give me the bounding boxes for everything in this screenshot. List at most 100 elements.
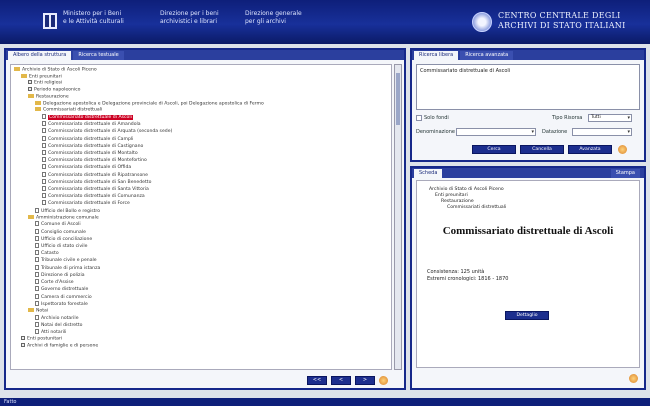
expand-icon[interactable]	[21, 336, 25, 341]
tree-node-label[interactable]: Ufficio di conciliazione	[41, 237, 92, 242]
tree-node[interactable]: Commissariato distrettuale di Campli	[14, 135, 388, 143]
tree-node[interactable]: Consiglio comunale	[14, 228, 388, 236]
tree-node[interactable]: Governo distrettuale	[14, 286, 388, 293]
tree-node[interactable]: Tribunale civile e penale	[14, 257, 388, 264]
tree-node-label[interactable]: Enti religiosi	[34, 81, 62, 86]
tree-node-label[interactable]: Enti postunitari	[27, 337, 62, 342]
tree-node[interactable]: Tribunale di prima istanza	[14, 264, 388, 272]
tree-node[interactable]: Periodo napoleonico	[14, 87, 388, 94]
prev-page-button[interactable]: <	[331, 376, 351, 385]
record-help-icon[interactable]	[629, 374, 638, 383]
tree-node-label[interactable]: Commissariato distrettuale di Ascoli	[48, 114, 133, 120]
tree-node-label[interactable]: Commissariato distrettuale di San Benede…	[48, 180, 151, 185]
tree-node[interactable]: Enti religiosi	[14, 80, 388, 87]
tree-node[interactable]: Ufficio di conciliazione	[14, 235, 388, 243]
tree-scrollbar[interactable]	[394, 64, 402, 370]
tree-node-label[interactable]: Corte d'Assise	[41, 280, 74, 285]
tree-node[interactable]: Commissariato distrettuale di Arquata (s…	[14, 128, 388, 135]
advanced-button[interactable]: Avanzata	[568, 145, 612, 154]
tree-node[interactable]: Amministrazione comunale	[14, 214, 388, 222]
next-page-button[interactable]: >	[355, 376, 375, 385]
nav-direzione-generale[interactable]: Direzione generale per gli archivi	[245, 10, 302, 26]
tab-print[interactable]: Stampa	[610, 169, 640, 178]
tree-node-label[interactable]: Camera di commercio	[41, 295, 92, 300]
first-page-button[interactable]: <<	[307, 376, 327, 385]
tree-node-label[interactable]: Amministrazione comunale	[36, 215, 99, 220]
tree-node[interactable]: Catasto	[14, 250, 388, 257]
tree-node[interactable]: Commissariato distrettuale di Castignano	[14, 142, 388, 150]
tree-node[interactable]: Ufficio del Bollo e registro	[14, 207, 388, 215]
tree-node-label[interactable]: Ufficio del Bollo e registro	[41, 209, 100, 214]
only-fonds-checkbox[interactable]	[416, 115, 422, 121]
tab-free-search[interactable]: Ricerca libera	[414, 51, 459, 60]
scrollbar-thumb[interactable]	[396, 73, 400, 125]
tree-node[interactable]: Direzione di polizia	[14, 271, 388, 279]
tree-node-label[interactable]: Commissariato distrettuale di Arquata (s…	[48, 129, 172, 134]
tree-node-label[interactable]: Consiglio comunale	[41, 230, 86, 235]
tree-node-label[interactable]: Tribunale di prima istanza	[41, 266, 100, 271]
tree-node-label[interactable]: Archivi di famiglie e di persone	[27, 343, 98, 348]
expand-icon[interactable]	[21, 342, 25, 347]
tree-node-label[interactable]: Ispettorato forestale	[41, 302, 88, 307]
tree-node[interactable]: Commissariato distrettuale di Offida	[14, 164, 388, 171]
search-help-icon[interactable]	[618, 145, 627, 154]
tab-record[interactable]: Scheda	[414, 169, 443, 178]
tree-node[interactable]: Commissariato distrettuale di Ascoli	[14, 113, 388, 121]
tree-node[interactable]: Archivio notarile	[14, 314, 388, 322]
detail-button[interactable]: Dettaglio	[505, 311, 549, 320]
tree-node[interactable]: Commissariato distrettuale di Comunanza	[14, 193, 388, 200]
tree-node-label[interactable]: Tribunale civile e penale	[41, 258, 97, 263]
tree-node-label[interactable]: Direzione di polizia	[41, 273, 85, 278]
tree-node-label[interactable]: Commissariato distrettuale di Campli	[48, 137, 133, 142]
nav-direzione-beni[interactable]: Direzione per i beni archivistici e libra…	[160, 10, 219, 26]
expand-icon[interactable]	[28, 80, 32, 85]
tree-node-label[interactable]: Archivio di Stato di Ascoli Piceno	[22, 68, 97, 73]
tree-node-label[interactable]: Ufficio di stato civile	[41, 244, 88, 249]
tab-text-search[interactable]: Ricerca testuale	[73, 51, 124, 60]
tree-node[interactable]: Commissariato distrettuale di Ripatranso…	[14, 171, 388, 179]
tree-node[interactable]: Ispettorato forestale	[14, 300, 388, 308]
tree-node[interactable]: Enti preunitari	[14, 73, 388, 81]
nav-ministero[interactable]: Ministero per i Beni e le Attività cultur…	[63, 10, 124, 26]
tree-node[interactable]: Enti postunitari	[14, 336, 388, 343]
tab-advanced-search[interactable]: Ricerca avanzata	[460, 51, 514, 60]
tree-node-label[interactable]: Restaurazione	[36, 94, 69, 99]
tree-node[interactable]: Commissariati distrettuali	[14, 107, 388, 114]
tree-node-label[interactable]: Archivio notarile	[41, 316, 79, 321]
search-button[interactable]: Cerca	[472, 145, 516, 154]
clear-button[interactable]: Cancella	[520, 145, 564, 154]
tree-node-label[interactable]: Commissariato distrettuale di Ripatranso…	[48, 173, 148, 178]
tree-node-label[interactable]: Atti notarili	[41, 330, 66, 335]
tree-node-label[interactable]: Commissariato distrettuale di Offida	[48, 165, 131, 170]
tree-node[interactable]: Commissariato distrettuale di Santa Vitt…	[14, 185, 388, 193]
tree-node[interactable]: Delegazione apostolica e Delegazione pro…	[14, 100, 388, 108]
tree-node[interactable]: Archivi di famiglie e di persone	[14, 342, 388, 350]
tree-node-label[interactable]: Commissariato distrettuale di Force	[48, 201, 130, 206]
help-orb-icon[interactable]	[379, 376, 388, 385]
tree-node[interactable]: Notai	[14, 307, 388, 315]
tree-node-label[interactable]: Delegazione apostolica e Delegazione pro…	[43, 101, 264, 106]
tree-node-label[interactable]: Notai	[36, 308, 48, 313]
tree-node-label[interactable]: Commissariato distrettuale di Amandola	[48, 122, 141, 127]
tree-node-label[interactable]: Notai del distretto	[41, 323, 83, 328]
tree-node-label[interactable]: Governo distrettuale	[41, 287, 88, 292]
tree-node[interactable]: Commissariato distrettuale di San Benede…	[14, 178, 388, 186]
search-query-field[interactable]: Commissariato distrettuale di Ascoli	[416, 64, 640, 110]
tree-node[interactable]: Commissariato distrettuale di Force	[14, 200, 388, 207]
denomination-select[interactable]	[456, 128, 536, 136]
tree-node[interactable]: Corte d'Assise	[14, 279, 388, 286]
tree-node[interactable]: Commissariato distrettuale di Amandola	[14, 121, 388, 128]
tree-node-label[interactable]: Periodo napoleonico	[34, 88, 81, 93]
expand-icon[interactable]	[28, 87, 32, 92]
tree-node-label[interactable]: Enti preunitari	[29, 74, 62, 79]
tree-node-label[interactable]: Catasto	[41, 251, 59, 256]
tree-node[interactable]: Notai del distretto	[14, 321, 388, 329]
structure-tree[interactable]: Archivio di Stato di Ascoli Piceno Enti p…	[10, 64, 392, 370]
tree-node[interactable]: Commissariato distrettuale di Montalto	[14, 149, 388, 157]
tree-node[interactable]: Comune di Ascoli	[14, 221, 388, 228]
tree-node[interactable]: Archivio di Stato di Ascoli Piceno	[14, 67, 388, 74]
tree-node-label[interactable]: Commissariato distrettuale di Comunanza	[48, 194, 145, 199]
resource-type-select[interactable]: Tutti	[588, 114, 632, 122]
dating-select[interactable]	[572, 128, 632, 136]
tree-node-label[interactable]: Commissariato distrettuale di Santa Vitt…	[48, 187, 149, 192]
